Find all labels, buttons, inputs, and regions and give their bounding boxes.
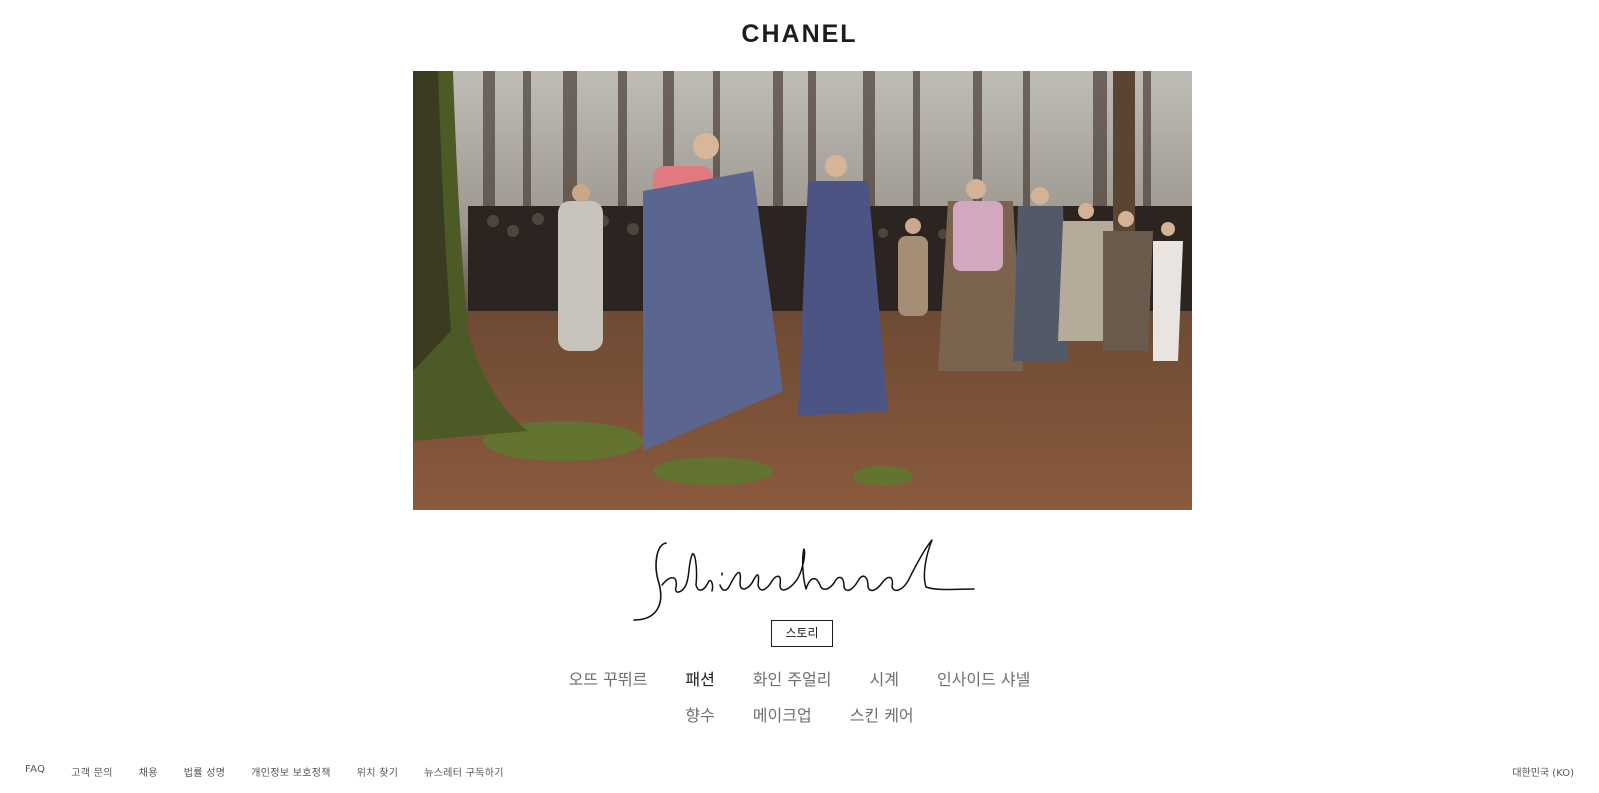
nav-item-makeup[interactable]: 메이크업 [734,702,831,726]
footer-link-customer-inquiry[interactable]: 고객 문의 [71,764,112,779]
gabrielle-chanel-signature-icon [626,535,976,625]
story-button[interactable]: 스토리 [771,620,833,647]
nav-item-fashion[interactable]: 패션 [666,666,733,690]
nav-item-fragrance[interactable]: 향수 [666,702,733,726]
nav-item-inside-chanel[interactable]: 인사이드 샤넬 [918,666,1049,690]
footer-link-careers[interactable]: 채용 [139,764,158,779]
footer-link-store-locator[interactable]: 위치 찾기 [357,764,398,779]
nav-item-skincare[interactable]: 스킨 케어 [831,702,933,726]
footer-link-newsletter[interactable]: 뉴스레터 구독하기 [424,764,503,779]
chanel-logo[interactable]: CHANEL [0,20,1599,49]
footer-link-privacy[interactable]: 개인정보 보호정책 [251,764,330,779]
category-nav-secondary: 향수 메이크업 스킨 케어 [0,702,1599,726]
runway-forest-photo-icon [413,71,1192,510]
footer-links: FAQ 고객 문의 채용 법률 성명 개인정보 보호정책 위치 찾기 뉴스레터 … [25,764,530,779]
signature-svg [633,539,975,621]
footer-link-faq[interactable]: FAQ [25,764,45,779]
footer-link-legal[interactable]: 법률 성명 [184,764,225,779]
nav-item-watches[interactable]: 시계 [850,666,917,690]
category-nav-primary: 오뜨 꾸뛰르 패션 화인 주얼리 시계 인사이드 샤넬 [0,666,1599,690]
nav-item-haute-couture[interactable]: 오뜨 꾸뛰르 [550,666,667,690]
nav-item-fine-jewelry[interactable]: 화인 주얼리 [734,666,851,690]
hero-image[interactable] [413,71,1192,510]
page: CHANEL 스토리 오뜨 꾸뛰르 패션 화인 주얼리 시계 인사이드 샤넬 향… [0,0,1599,793]
locale-selector[interactable]: 대한민국 (KO) [1512,764,1574,779]
